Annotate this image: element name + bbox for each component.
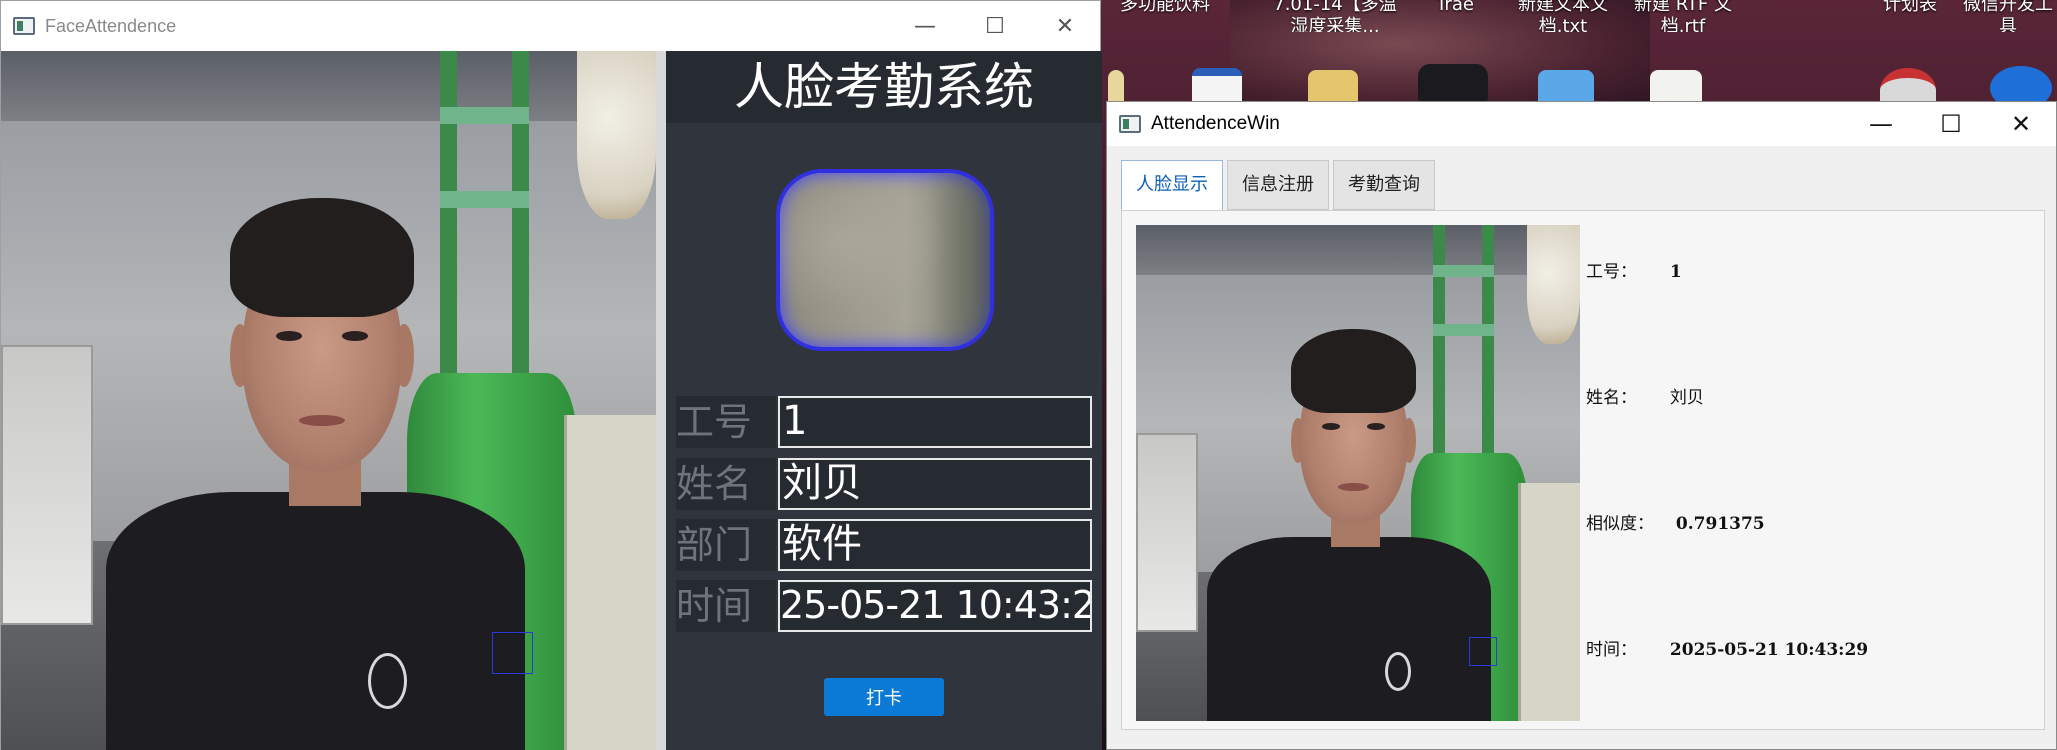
- field-label: 部门: [676, 519, 776, 571]
- tab-attendance-query[interactable]: 考勤查询: [1333, 160, 1435, 210]
- info-name: 姓名： 刘贝: [1586, 383, 1704, 408]
- detection-box: [1469, 636, 1497, 667]
- minimize-button[interactable]: —: [890, 1, 960, 51]
- check-in-button[interactable]: 打卡: [824, 678, 944, 716]
- field-label: 工号: [676, 396, 776, 448]
- splitter[interactable]: [656, 51, 666, 750]
- info-similarity: 相似度： 0.791375: [1586, 509, 1765, 534]
- info-key: 姓名：: [1586, 388, 1637, 408]
- info-employee-id: 工号： 1: [1586, 257, 1682, 282]
- captured-face-thumbnail: [776, 169, 994, 351]
- tab-bar: 人脸显示 信息注册 考勤查询: [1121, 160, 1439, 212]
- attendance-window: AttendenceWin — ☐ ✕ 人脸显示 信息注册 考勤查询 工号： 1…: [1106, 101, 2057, 750]
- detection-box: [492, 632, 533, 674]
- name-field: 刘贝: [778, 458, 1092, 510]
- field-employee-id: 工号 1: [676, 396, 1092, 448]
- camera-feed: [1, 51, 656, 750]
- face-display-image: [1136, 225, 1580, 721]
- department-field: 软件: [778, 519, 1092, 571]
- maximize-button[interactable]: ☐: [960, 1, 1030, 51]
- attendance-panel: 人脸考勤系统 工号 1 姓名 刘贝 部门 软件 时间 25-05-21 10:4…: [666, 51, 1102, 750]
- info-key: 相似度：: [1586, 514, 1654, 534]
- field-name: 姓名 刘贝: [676, 458, 1092, 510]
- app-window-icon: [1119, 115, 1141, 133]
- desktop-icon-label-wechat-dev[interactable]: 微信开发工具: [1962, 0, 2054, 32]
- minimize-button[interactable]: —: [1846, 102, 1916, 146]
- titlebar[interactable]: FaceAttendence — ☐ ✕: [1, 1, 1100, 51]
- desktop-icon-label-2[interactable]: 7.01-14【多温湿度采集...: [1270, 0, 1400, 32]
- tab-face-display[interactable]: 人脸显示: [1121, 160, 1223, 212]
- desktop-icon-label-plan[interactable]: 计划表: [1870, 0, 1950, 16]
- desktop-icon-label-txt[interactable]: 新建文本文档.txt: [1508, 0, 1618, 32]
- app-window-icon: [13, 17, 35, 35]
- close-button[interactable]: ✕: [1986, 102, 2056, 146]
- window-title: AttendenceWin: [1151, 113, 1280, 134]
- field-time: 时间 25-05-21 10:43:29: [676, 580, 1092, 632]
- window-title: FaceAttendence: [45, 15, 177, 36]
- field-department: 部门 软件: [676, 519, 1092, 571]
- info-time: 时间： 2025-05-21 10:43:29: [1586, 635, 1868, 660]
- info-key: 时间：: [1586, 640, 1637, 660]
- info-value: 2025-05-21 10:43:29: [1669, 640, 1869, 660]
- employee-id-field: 1: [778, 396, 1092, 448]
- desktop-icon-label-rtf[interactable]: 新建 RTF 文档.rtf: [1628, 0, 1738, 32]
- maximize-button[interactable]: ☐: [1916, 102, 1986, 146]
- tab-register-info[interactable]: 信息注册: [1227, 160, 1329, 210]
- time-field: 25-05-21 10:43:29: [778, 580, 1092, 632]
- info-value: 0.791375: [1675, 514, 1765, 534]
- desktop-icon-label-trae[interactable]: Trae: [1420, 0, 1490, 16]
- system-title: 人脸考勤系统: [666, 51, 1102, 123]
- tab-content: 工号： 1 姓名： 刘贝 相似度： 0.791375 时间： 2025-05-2…: [1121, 210, 2045, 730]
- field-label: 姓名: [676, 458, 776, 510]
- titlebar[interactable]: AttendenceWin — ☐ ✕: [1107, 102, 2056, 146]
- field-label: 时间: [676, 580, 776, 632]
- info-value: 刘贝: [1669, 388, 1704, 408]
- info-value: 1: [1669, 262, 1682, 282]
- desktop-icon-label-1[interactable]: 多功能饮料: [1105, 0, 1225, 16]
- close-button[interactable]: ✕: [1030, 1, 1100, 51]
- face-attendance-window: FaceAttendence — ☐ ✕ 人脸考勤系统 工号 1 姓名 刘贝 部…: [0, 0, 1102, 750]
- info-key: 工号：: [1586, 262, 1637, 282]
